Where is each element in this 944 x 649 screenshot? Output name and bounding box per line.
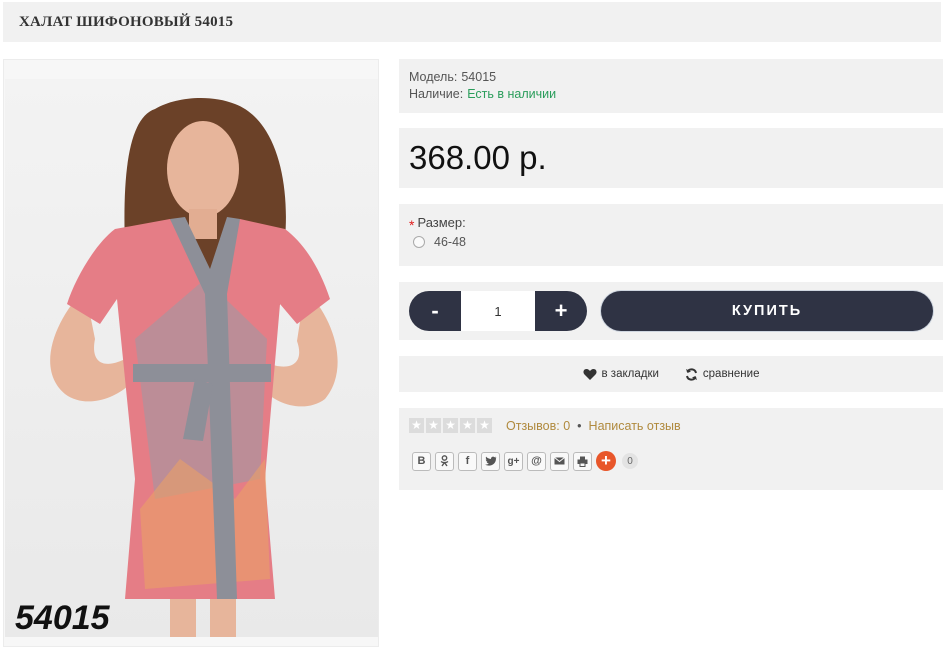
size-radio[interactable] [413, 236, 425, 248]
buy-button[interactable]: КУПИТЬ [601, 291, 933, 331]
availability-row: Наличие: Есть в наличии [409, 86, 933, 103]
star-icon: ★ [477, 418, 492, 433]
share-count-badge: 0 [622, 453, 638, 469]
rating-stars: ★ ★ ★ ★ ★ [409, 418, 494, 433]
heart-icon [582, 368, 597, 380]
share-buttons: В f g+ @ + 0 [412, 451, 933, 471]
decrease-quantity-button[interactable]: - [409, 291, 461, 331]
increase-quantity-button[interactable]: + [535, 291, 587, 331]
price: 368.00 р. [409, 139, 547, 176]
size-label-row: * Размер: [409, 214, 933, 233]
reviews-count-link[interactable]: Отзывов: 0 [506, 419, 570, 433]
google-plus-share-button[interactable]: g+ [504, 451, 523, 471]
photo-code-overlay: 54015 [15, 599, 110, 637]
product-actions-panel: в закладки сравнение [399, 356, 943, 392]
availability-value: Есть в наличии [467, 87, 557, 101]
bookmark-label: в закладки [601, 368, 659, 380]
size-option-panel: * Размер: 46-48 [399, 204, 943, 266]
quantity-stepper: - 1 + [409, 291, 587, 331]
separator-dot: • [577, 418, 582, 433]
buy-panel: - 1 + КУПИТЬ [399, 282, 943, 340]
print-button[interactable] [573, 451, 592, 471]
page-title: ХАЛАТ ШИФОНОВЫЙ 54015 [3, 2, 941, 42]
ok-icon [440, 455, 449, 467]
mail-icon [554, 457, 565, 465]
twitter-share-button[interactable] [481, 451, 500, 471]
product-photo[interactable]: 54015 [5, 79, 378, 637]
compare-label: сравнение [702, 368, 760, 380]
reviews-panel: ★ ★ ★ ★ ★ Отзывов: 0 • Написать отзыв В … [399, 408, 943, 490]
quantity-input[interactable]: 1 [461, 291, 535, 331]
model-row: Модель: 54015 [409, 69, 933, 86]
star-icon: ★ [409, 418, 424, 433]
add-to-compare-link[interactable]: сравнение [685, 367, 760, 381]
availability-label: Наличие: [409, 87, 464, 101]
product-photo-illustration [50, 97, 338, 637]
print-icon [577, 456, 588, 467]
model-value: 54015 [461, 70, 497, 84]
more-share-button[interactable]: + [596, 451, 616, 471]
rating-row: ★ ★ ★ ★ ★ Отзывов: 0 • Написать отзыв [409, 418, 933, 433]
required-mark: * [409, 217, 415, 233]
price-panel: 368.00 р. [399, 128, 943, 188]
product-image-container[interactable]: 54015 [3, 59, 379, 647]
size-label: Размер: [417, 215, 466, 230]
star-icon: ★ [426, 418, 441, 433]
twitter-icon [484, 456, 496, 466]
email-share-button[interactable] [550, 451, 569, 471]
size-option-label: 46-48 [434, 235, 466, 249]
refresh-icon [685, 367, 697, 381]
write-review-link[interactable]: Написать отзыв [589, 419, 681, 433]
model-label: Модель: [409, 70, 458, 84]
vk-share-button[interactable]: В [412, 451, 431, 471]
ok-share-button[interactable] [435, 451, 454, 471]
add-to-bookmarks-link[interactable]: в закладки [582, 368, 659, 381]
facebook-share-button[interactable]: f [458, 451, 477, 471]
product-info-panel: Модель: 54015 Наличие: Есть в наличии [399, 59, 943, 113]
mailru-share-button[interactable]: @ [527, 451, 546, 471]
star-icon: ★ [443, 418, 458, 433]
star-icon: ★ [460, 418, 475, 433]
size-option[interactable]: 46-48 [413, 235, 933, 249]
